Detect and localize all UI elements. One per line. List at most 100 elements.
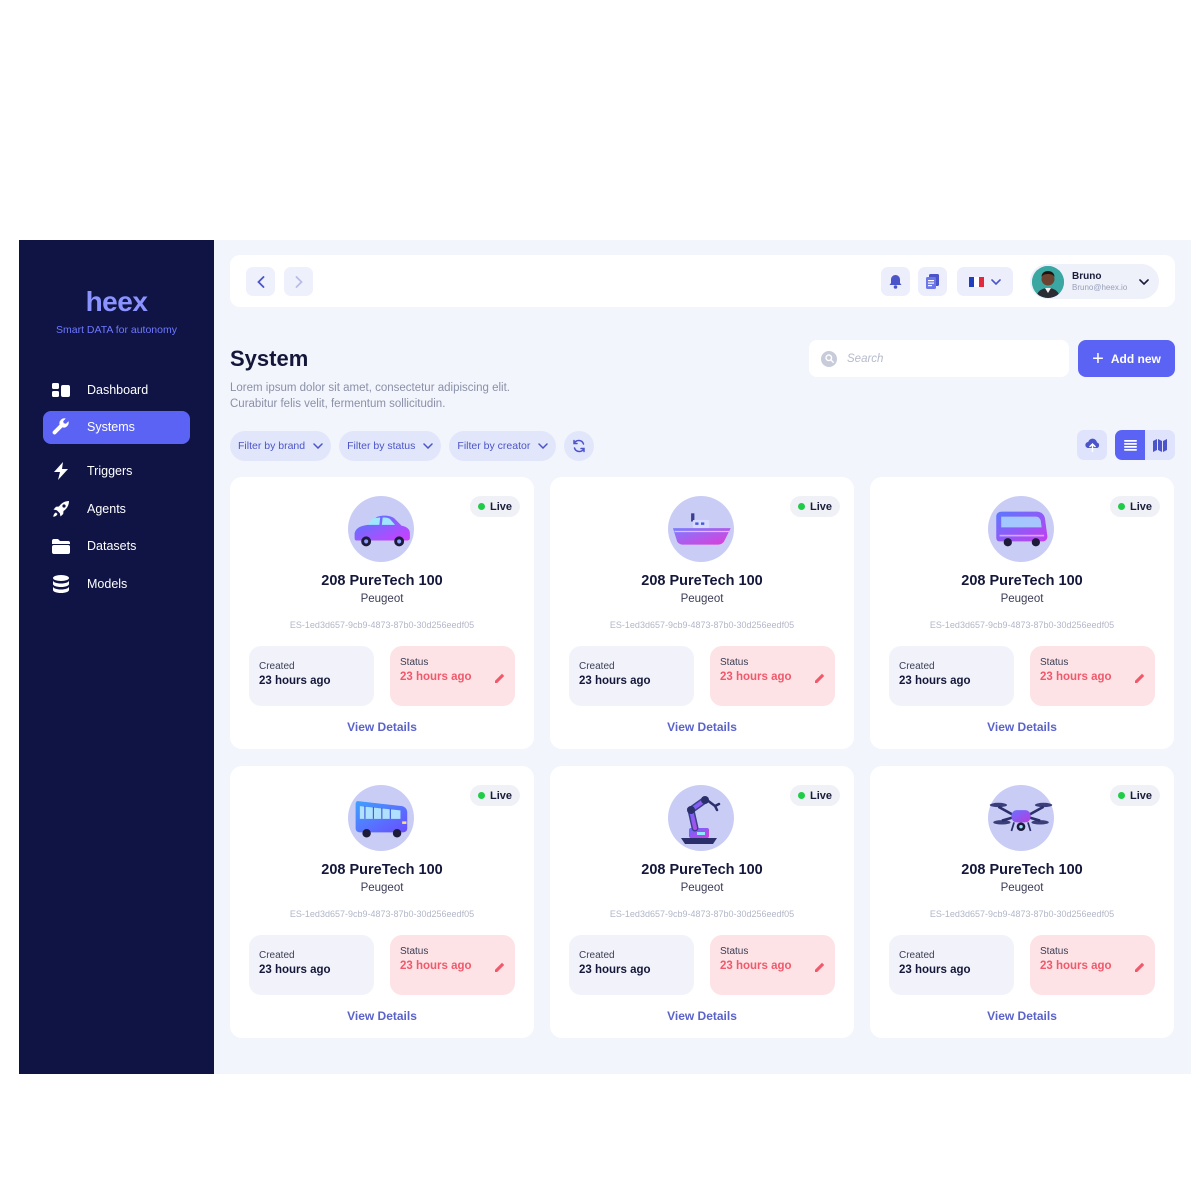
chevron-down-icon	[313, 443, 323, 449]
sidebar: heex Smart DATA for autonomy Dashboard S…	[19, 240, 214, 1074]
status-box: Status 23 hours ago	[390, 646, 515, 706]
status-box: Status 23 hours ago	[710, 646, 835, 706]
pencil-icon[interactable]	[494, 962, 505, 973]
status-box: Status 23 hours ago	[1030, 646, 1155, 706]
notifications-button[interactable]	[881, 267, 910, 296]
status-label: Status	[720, 946, 749, 957]
user-menu[interactable]: Bruno Bruno@heex.io	[1030, 264, 1159, 299]
created-label: Created	[259, 661, 295, 672]
created-value: 23 hours ago	[899, 964, 971, 976]
status-value: 23 hours ago	[1040, 960, 1112, 972]
language-selector[interactable]	[957, 267, 1013, 296]
system-name: 208 PureTech 100	[641, 573, 763, 589]
pencil-icon[interactable]	[494, 673, 505, 684]
created-value: 23 hours ago	[259, 964, 331, 976]
view-toggle	[1115, 430, 1175, 460]
database-icon	[52, 574, 70, 593]
status-label: Status	[720, 657, 749, 668]
list-icon	[1123, 439, 1137, 451]
search-icon	[821, 350, 837, 367]
sidebar-nav: Dashboard Systems Triggers Agents Datase…	[43, 373, 190, 605]
created-value: 23 hours ago	[259, 675, 331, 687]
chevron-left-icon	[256, 275, 264, 288]
upload-button[interactable]	[1077, 430, 1107, 460]
logo-wordmark: heex	[85, 286, 148, 317]
view-details-link[interactable]: View Details	[230, 1009, 534, 1023]
chevron-right-icon	[295, 275, 303, 288]
wrench-icon	[52, 418, 70, 436]
add-new-button[interactable]: + Add new	[1078, 340, 1175, 377]
live-badge: Live	[1110, 496, 1161, 517]
view-details-link[interactable]: View Details	[550, 1009, 854, 1023]
car-icon	[348, 496, 414, 562]
sidebar-item-triggers[interactable]: Triggers	[43, 455, 190, 488]
system-brand: Peugeot	[680, 593, 724, 605]
filter-brand[interactable]: Filter by brand	[230, 431, 332, 461]
map-view-button[interactable]	[1145, 430, 1175, 460]
rocket-icon	[52, 500, 70, 518]
search-input[interactable]	[847, 352, 1047, 365]
logo-tagline: Smart DATA for autonomy	[56, 324, 177, 336]
page-description: Lorem ipsum dolor sit amet, consectetur …	[230, 380, 570, 412]
sidebar-item-label: Systems	[87, 420, 135, 434]
filter-label: Filter by status	[347, 440, 416, 452]
filter-label: Filter by creator	[457, 440, 531, 452]
status-label: Status	[1040, 657, 1069, 668]
system-brand: Peugeot	[680, 882, 724, 894]
view-details-link[interactable]: View Details	[230, 720, 534, 734]
list-view-button[interactable]	[1115, 430, 1145, 460]
user-email: Bruno@heex.io	[1072, 283, 1128, 292]
sidebar-item-models[interactable]: Models	[43, 567, 190, 600]
live-badge: Live	[1110, 785, 1161, 806]
sidebar-item-dashboard[interactable]: Dashboard	[43, 373, 190, 406]
status-value: 23 hours ago	[1040, 671, 1112, 683]
pencil-icon[interactable]	[1134, 962, 1145, 973]
status-dot	[1118, 792, 1125, 799]
created-box: Created 23 hours ago	[249, 935, 374, 995]
description-line: Lorem ipsum dolor sit amet, consectetur …	[230, 382, 510, 394]
search-box	[809, 340, 1069, 377]
logo[interactable]: heex Smart DATA for autonomy	[19, 286, 214, 336]
created-label: Created	[899, 950, 935, 961]
pencil-icon[interactable]	[814, 673, 825, 684]
view-details-link[interactable]: View Details	[870, 1009, 1174, 1023]
status-value: 23 hours ago	[720, 960, 792, 972]
filter-status[interactable]: Filter by status	[339, 431, 442, 461]
refresh-button[interactable]	[564, 431, 595, 461]
live-badge: Live	[470, 785, 521, 806]
system-name: 208 PureTech 100	[961, 573, 1083, 589]
pencil-icon[interactable]	[814, 962, 825, 973]
system-card: Live 208 PureTech 100 Peugeot ES-1ed3d65…	[230, 477, 534, 749]
pencil-icon[interactable]	[1134, 673, 1145, 684]
system-name: 208 PureTech 100	[961, 862, 1083, 878]
back-button[interactable]	[246, 267, 275, 296]
filter-bar: Filter by brand Filter by status Filter …	[230, 431, 595, 461]
clipboard-button[interactable]	[918, 267, 947, 296]
view-details-link[interactable]: View Details	[550, 720, 854, 734]
view-details-link[interactable]: View Details	[870, 720, 1174, 734]
sidebar-item-agents[interactable]: Agents	[43, 492, 190, 525]
description-line: Curabitur felis velit, fermentum sollici…	[230, 398, 446, 410]
badge-label: Live	[490, 789, 513, 802]
chevron-down-icon	[538, 443, 549, 449]
system-id: ES-1ed3d657-9cb9-4873-87b0-30d256eedf05	[289, 909, 475, 919]
system-card: Live 208 PureTech 100 Peugeot ES-1ed3d65…	[550, 477, 854, 749]
sidebar-item-datasets[interactable]: Datasets	[43, 530, 190, 563]
bus-icon	[348, 785, 414, 851]
plus-icon: +	[1092, 347, 1104, 370]
shuttle-icon	[988, 496, 1054, 562]
created-box: Created 23 hours ago	[889, 646, 1014, 706]
forward-button[interactable]	[284, 267, 313, 296]
sidebar-item-label: Triggers	[87, 464, 133, 478]
system-name: 208 PureTech 100	[321, 862, 443, 878]
system-name: 208 PureTech 100	[641, 862, 763, 878]
view-controls	[1077, 430, 1175, 460]
system-card: Live 208 PureTech 100 Peugeot ES-1ed3d65…	[870, 477, 1174, 749]
system-brand: Peugeot	[360, 593, 404, 605]
main-content: Bruno Bruno@heex.io System Lorem ipsum d…	[214, 240, 1191, 1074]
created-box: Created 23 hours ago	[889, 935, 1014, 995]
sidebar-item-systems[interactable]: Systems	[43, 410, 190, 444]
created-label: Created	[579, 661, 615, 672]
filter-creator[interactable]: Filter by creator	[449, 431, 557, 461]
created-box: Created 23 hours ago	[249, 646, 374, 706]
